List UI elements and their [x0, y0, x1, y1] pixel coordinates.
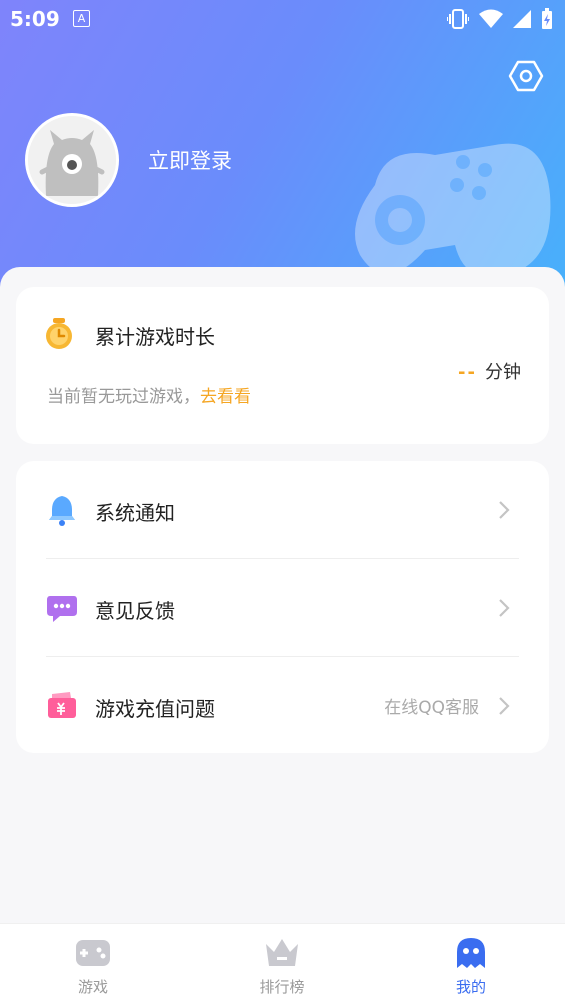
play-time-number: --: [458, 362, 477, 383]
play-time-title: 累计游戏时长: [95, 325, 215, 349]
login-link[interactable]: 立即登录: [148, 145, 232, 175]
menu-card: 系统通知 意见反馈 游戏充值问题 在线QQ客服: [16, 461, 549, 753]
status-time: 5:09: [10, 7, 60, 31]
status-bar: 5:09 A: [0, 0, 565, 38]
avatar-mascot-icon: [28, 116, 116, 204]
signal-icon: [513, 10, 531, 28]
tab-label: 排行榜: [259, 978, 305, 996]
wifi-icon: [479, 9, 503, 28]
bell-icon: [49, 496, 75, 526]
ghost-icon: [457, 938, 485, 968]
crown-icon: [266, 939, 298, 966]
tab-ranking[interactable]: 排行榜: [222, 924, 342, 1005]
tab-label: 游戏: [77, 978, 108, 996]
menu-item-system-notice[interactable]: 系统通知: [16, 461, 549, 559]
online-qq-service-link[interactable]: 在线QQ客服: [384, 693, 479, 718]
chat-bubble-icon: [47, 596, 77, 622]
menu-item-label: 意见反馈: [95, 599, 175, 623]
play-time-empty-text: 当前暂无玩过游戏，: [47, 387, 200, 407]
vibrate-icon: [447, 9, 469, 29]
avatar[interactable]: [25, 113, 119, 207]
tab-mine[interactable]: 我的: [411, 924, 531, 1005]
notification-a-icon: A: [73, 10, 90, 27]
menu-item-label: 系统通知: [95, 501, 175, 525]
chevron-right-icon: [499, 599, 510, 617]
status-icons: [447, 8, 553, 30]
wallet-icon: [48, 692, 76, 718]
menu-item-recharge[interactable]: 游戏充值问题 在线QQ客服: [16, 657, 549, 755]
gamepad-decoration-icon: [355, 143, 551, 277]
play-time-subtitle: 当前暂无玩过游戏，去看看: [47, 382, 251, 407]
chevron-right-icon: [499, 501, 510, 519]
stopwatch-icon: [46, 318, 72, 349]
menu-item-feedback[interactable]: 意见反馈: [16, 559, 549, 657]
play-time-unit: 分钟: [485, 362, 521, 383]
settings-hexagon-button[interactable]: [508, 58, 544, 94]
menu-item-label: 游戏充值问题: [95, 697, 215, 721]
bottom-tab-bar: 游戏 排行榜 我的: [0, 923, 565, 1005]
battery-charging-icon: [542, 8, 552, 29]
chevron-right-icon: [499, 697, 510, 715]
gamepad-icon: [76, 940, 110, 966]
browse-games-link[interactable]: 去看看: [200, 387, 251, 407]
play-time-card: 累计游戏时长 当前暂无玩过游戏，去看看 -- 分钟: [16, 287, 549, 444]
tab-games[interactable]: 游戏: [33, 924, 153, 1005]
play-time-value: -- 分钟: [458, 358, 521, 384]
tab-label: 我的: [455, 978, 486, 996]
